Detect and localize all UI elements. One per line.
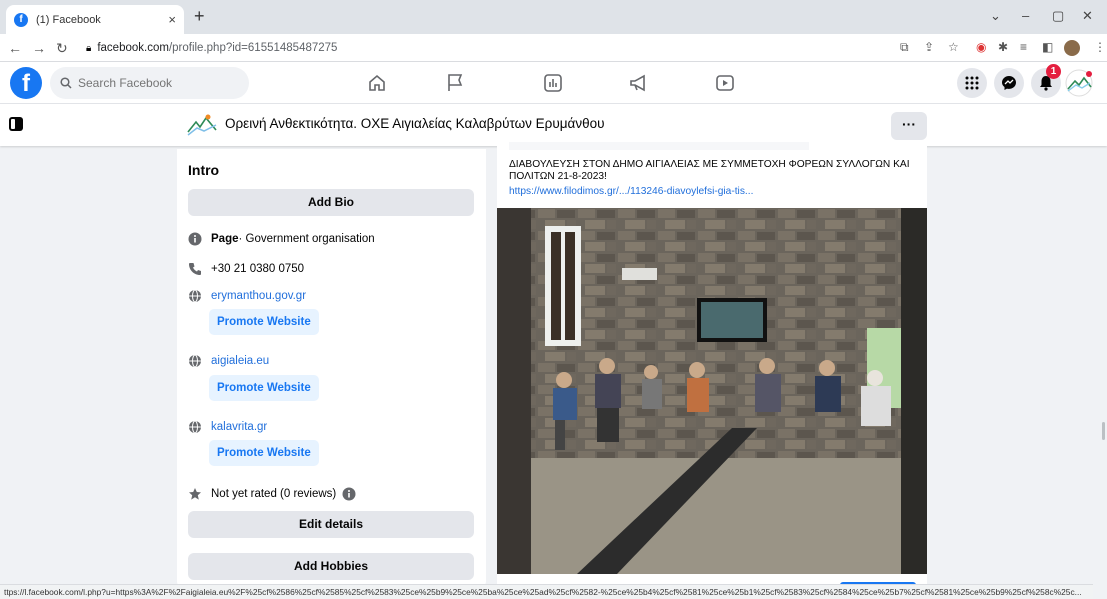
bookmark-star-icon[interactable]: ☆ <box>948 40 959 54</box>
menu-grid-icon[interactable] <box>957 68 987 98</box>
star-icon <box>189 488 201 500</box>
status-bar-url: ttps://l.facebook.com/l.php?u=https%3A%2… <box>0 584 1093 599</box>
globe-icon <box>189 354 201 368</box>
promote-website-button[interactable]: Promote Website <box>209 309 319 335</box>
info-icon[interactable] <box>342 487 356 501</box>
website-link[interactable]: kalavrita.gr <box>211 421 267 433</box>
back-arrow-icon[interactable]: ← <box>8 40 22 56</box>
reading-list-icon[interactable]: ≡ <box>1020 40 1027 54</box>
intro-title: Intro <box>188 162 220 178</box>
restore-icon[interactable]: ▢ <box>1052 8 1064 24</box>
side-panel-icon[interactable]: ◧ <box>1042 40 1053 54</box>
insights-icon[interactable] <box>542 72 564 94</box>
browser-tab-bar: f (1) Facebook × + ⌄ – ▢ ✕ <box>0 0 1107 34</box>
megaphone-icon[interactable] <box>628 72 650 94</box>
page-logo-icon[interactable] <box>186 110 218 140</box>
video-icon[interactable] <box>714 72 736 94</box>
page-subheader: Ορεινή Ανθεκτικότητα. ΟΧΕ Αιγιαλείας Καλ… <box>0 104 1107 146</box>
browser-menu-icon[interactable]: ⋮ <box>1094 40 1106 54</box>
extensions-puzzle-icon[interactable]: ✱ <box>998 40 1008 54</box>
tab-title: (1) Facebook <box>36 13 101 26</box>
install-app-icon[interactable]: ⧉ <box>900 40 909 55</box>
messenger-icon[interactable] <box>994 68 1024 98</box>
website-row-3: kalavrita.gr <box>188 420 267 434</box>
facebook-header: f 1 <box>0 62 1107 104</box>
website-row-2: aigialeia.eu <box>188 354 269 368</box>
category-label: · Government organisation <box>238 233 375 245</box>
promote-website-button[interactable]: Promote Website <box>209 375 319 401</box>
search-icon <box>60 77 72 89</box>
phone-row: +30 21 0380 0750 <box>188 262 304 276</box>
sidebar-toggle-icon[interactable] <box>8 116 24 132</box>
intro-card: Intro Add Bio Page · Government organisa… <box>177 149 486 589</box>
post-link[interactable]: https://www.filodimos.gr/.../113246-diav… <box>509 186 753 197</box>
url-domain: facebook.com <box>97 42 169 54</box>
page-avatar-mountain-icon[interactable] <box>1064 69 1094 97</box>
url-field[interactable]: 🔒︎ facebook.com/profile.php?id=615514854… <box>86 38 337 58</box>
edit-details-button[interactable]: Edit details <box>188 511 474 538</box>
phone-icon <box>189 263 201 275</box>
facebook-favicon-icon: f <box>14 12 28 27</box>
tab-close-icon[interactable]: × <box>168 12 176 27</box>
post-card: ΔΙΑΒΟΥΛΕΥΣΗ ΣΤΟΝ ΔΗΜΟ ΑΙΓΙΑΛΕΙΑΣ ΜΕ ΣΥΜΜ… <box>497 142 927 588</box>
rating-text: Not yet rated (0 reviews) <box>211 488 337 500</box>
notification-badge: 1 <box>1046 64 1061 79</box>
lock-icon: 🔒︎ <box>86 42 92 54</box>
promote-website-button[interactable]: Promote Website <box>209 440 319 466</box>
window-close-icon[interactable]: ✕ <box>1082 8 1093 24</box>
scrollbar-thumb[interactable] <box>1102 422 1105 440</box>
post-photo[interactable] <box>497 208 927 574</box>
reload-icon[interactable]: ↻ <box>56 40 68 57</box>
url-path: /profile.php?id=61551485487275 <box>168 42 338 54</box>
profile-avatar[interactable] <box>1064 40 1080 56</box>
more-options-button[interactable]: ··· <box>891 112 927 140</box>
forward-arrow-icon[interactable]: → <box>32 40 46 56</box>
browser-tab[interactable]: f (1) Facebook × <box>6 5 184 34</box>
globe-icon <box>189 289 201 303</box>
phone-number: +30 21 0380 0750 <box>211 263 305 275</box>
flag-icon[interactable] <box>444 72 466 94</box>
category-type: Page <box>211 233 239 245</box>
search-box[interactable] <box>50 67 249 99</box>
post-header-cutoff <box>509 142 809 150</box>
share-icon[interactable]: ⇪ <box>924 40 934 54</box>
rating-row: Not yet rated (0 reviews) <box>188 487 356 501</box>
minimize-icon[interactable]: – <box>1022 8 1029 23</box>
new-tab-button[interactable]: + <box>194 6 205 27</box>
tab-search-chevron-icon[interactable]: ⌄ <box>990 8 1001 24</box>
add-bio-button[interactable]: Add Bio <box>188 189 474 216</box>
website-row-1: erymanthou.gov.gr <box>188 289 306 303</box>
website-link[interactable]: aigialeia.eu <box>211 355 269 367</box>
add-hobbies-button[interactable]: Add Hobbies <box>188 553 474 580</box>
search-input[interactable] <box>78 76 228 90</box>
home-icon[interactable] <box>366 72 388 94</box>
globe-icon <box>189 420 201 434</box>
page-title[interactable]: Ορεινή Ανθεκτικότητα. ΟΧΕ Αιγιαλείας Καλ… <box>225 116 604 131</box>
facebook-logo-icon[interactable]: f <box>10 67 42 99</box>
post-text: ΔΙΑΒΟΥΛΕΥΣΗ ΣΤΟΝ ΔΗΜΟ ΑΙΓΙΑΛΕΙΑΣ ΜΕ ΣΥΜΜ… <box>509 159 910 182</box>
address-bar-row: ← → ↻ 🔒︎ facebook.com/profile.php?id=615… <box>0 34 1107 62</box>
website-link[interactable]: erymanthou.gov.gr <box>211 290 306 302</box>
info-icon <box>188 232 202 246</box>
category-row: Page · Government organisation <box>188 232 375 246</box>
extension-icon[interactable]: ◉ <box>976 40 986 54</box>
